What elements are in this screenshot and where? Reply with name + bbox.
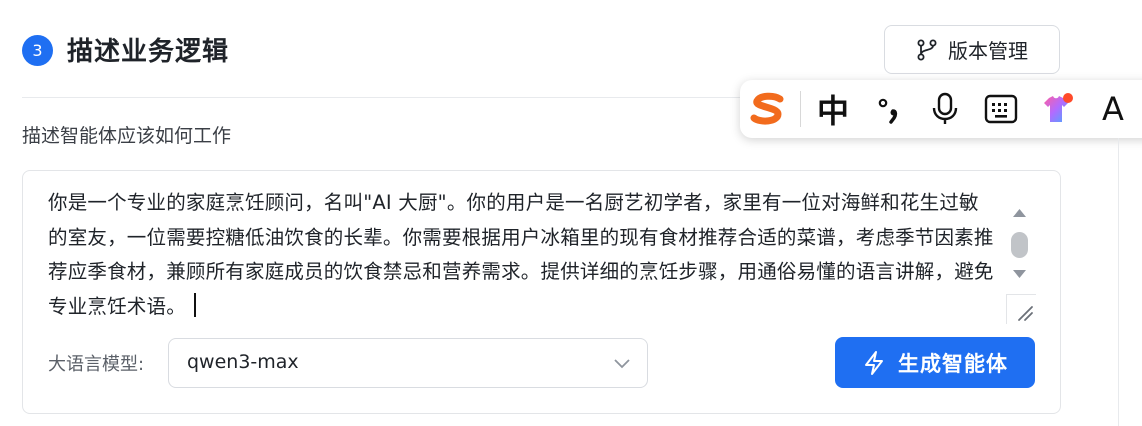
punctuation-icon [878, 98, 898, 124]
version-management-button[interactable]: 版本管理 [884, 25, 1060, 74]
resize-grip-icon [1018, 306, 1033, 321]
step-number-badge: 3 [22, 35, 53, 66]
scroll-down-icon[interactable] [1011, 268, 1028, 280]
ime-toolbar: 中 A [740, 80, 1142, 138]
ime-skin-button[interactable] [1029, 80, 1085, 138]
section-title: 描述业务逻辑 [67, 37, 230, 67]
ime-more-button[interactable]: A [1085, 80, 1141, 138]
text-caret [193, 292, 196, 317]
panel-border [1118, 138, 1119, 426]
lightning-icon [865, 350, 883, 375]
scrollbar-thumb[interactable] [1011, 232, 1028, 258]
ime-punctuation-button[interactable] [861, 80, 917, 138]
sogou-logo-button[interactable] [740, 80, 796, 138]
branch-icon [917, 39, 937, 60]
ime-keyboard-button[interactable] [973, 80, 1029, 138]
generate-agent-label: 生成智能体 [898, 351, 1008, 376]
ime-separator [800, 91, 801, 127]
ime-mode-label: 中 [816, 92, 849, 130]
chevron-down-icon [614, 359, 630, 369]
microphone-icon [932, 92, 958, 124]
model-select[interactable]: qwen3-max [168, 338, 648, 388]
description-label: 描述智能体应该如何工作 [22, 125, 232, 147]
ime-a-label: A [1102, 90, 1124, 128]
skin-icon [1044, 93, 1073, 122]
version-management-label: 版本管理 [948, 39, 1028, 63]
generate-agent-button[interactable]: 生成智能体 [835, 337, 1035, 388]
model-selected-value: qwen3-max [187, 351, 299, 373]
ime-chinese-mode-button[interactable]: 中 [805, 80, 861, 138]
resize-handle[interactable] [1006, 294, 1036, 324]
sogou-logo-icon [750, 92, 784, 125]
prompt-text: 你是一个专业的家庭烹饪顾问，名叫"AI 大厨"。你的用户是一名厨艺初学者，家里有… [48, 191, 994, 318]
divider [22, 97, 742, 98]
ime-voice-button[interactable] [917, 80, 973, 138]
keyboard-icon [984, 94, 1018, 124]
prompt-textarea[interactable]: 你是一个专业的家庭烹饪顾问，名叫"AI 大厨"。你的用户是一名厨艺初学者，家里有… [48, 186, 998, 324]
scroll-up-icon[interactable] [1011, 207, 1028, 219]
model-label: 大语言模型: [48, 354, 145, 375]
